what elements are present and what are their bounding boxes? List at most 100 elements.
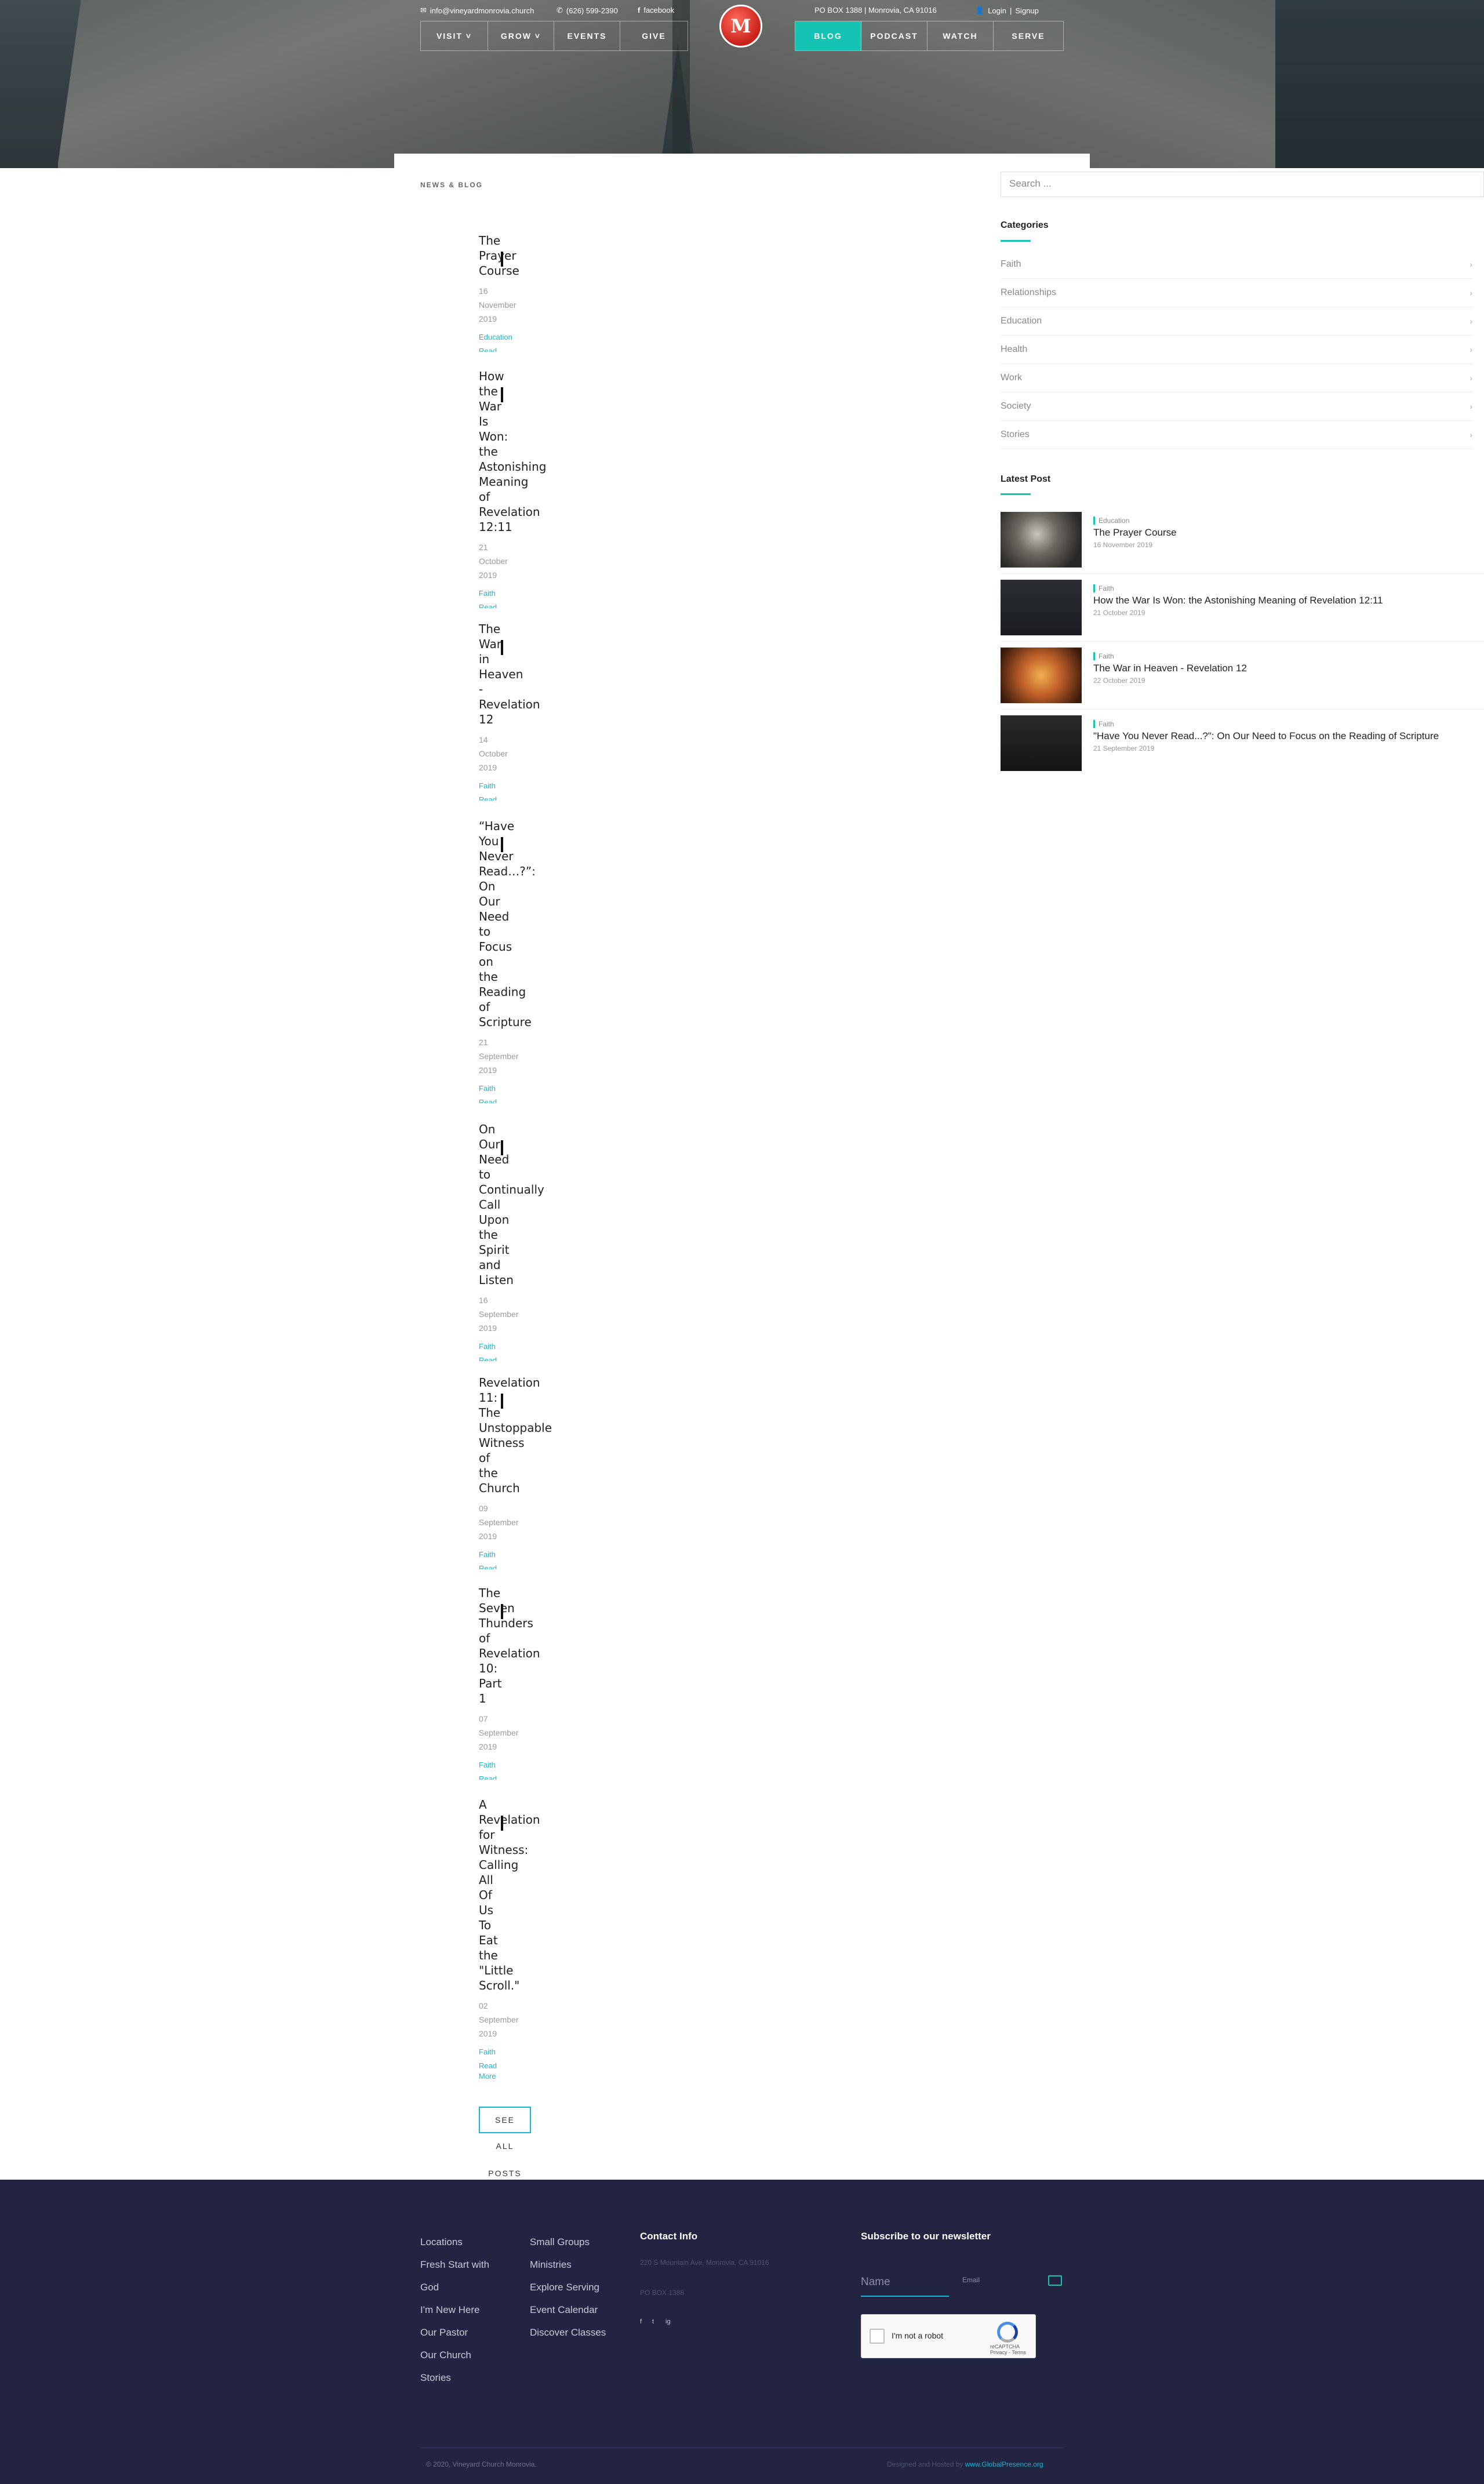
footer-link[interactable]: Our Church xyxy=(420,2350,471,2361)
login-link[interactable]: Login xyxy=(988,6,1006,15)
newsletter-email-input[interactable]: Email xyxy=(962,2276,980,2284)
post-category[interactable]: Faith xyxy=(479,1761,560,1769)
user-icon: 👤 xyxy=(975,6,985,14)
post-date: 16 September 2019 xyxy=(479,1296,519,1333)
footer-link[interactable]: Fresh Start with xyxy=(420,2259,489,2271)
footer-link[interactable]: Event Calendar xyxy=(530,2304,598,2316)
post-title[interactable]: Revelation 11: The Unstoppable Witness of the C… xyxy=(479,1375,560,1496)
latest-post-category[interactable]: Education xyxy=(1093,517,1129,525)
email-contact[interactable]: ✉ info@vineyardmonrovia.church xyxy=(420,6,534,15)
church-logo[interactable]: M xyxy=(719,5,762,48)
nav-give[interactable]: GIVE xyxy=(620,21,688,50)
latest-post-title[interactable]: The War in Heaven - Revelation 12 xyxy=(1093,663,1247,674)
post-thumbnail[interactable] xyxy=(1001,715,1082,771)
nav-serve[interactable]: SERVE xyxy=(994,21,1063,50)
category-item[interactable]: Health › xyxy=(1001,336,1472,364)
footer-link[interactable]: Discover Classes xyxy=(530,2327,606,2338)
post-title[interactable]: The War in Heaven - Revelation 12 xyxy=(479,621,560,727)
nav-events[interactable]: EVENTS xyxy=(554,21,620,50)
latest-post-title[interactable]: "Have You Never Read...?": On Our Need t… xyxy=(1093,730,1439,742)
recaptcha-sub-text[interactable]: Privacy - Terms xyxy=(990,2350,1026,2355)
footer-link[interactable]: Small Groups xyxy=(530,2236,590,2248)
post-title[interactable]: A Revelation for Witness: Calling All Of Us To Ea… xyxy=(479,1797,560,1993)
latest-post-item[interactable]: Faith How the War Is Won: the Astonishing… xyxy=(1001,580,1484,638)
footer-link[interactable]: Stories xyxy=(420,2372,451,2384)
phone-text[interactable]: (626) 599-2390 xyxy=(566,6,618,15)
credit-link[interactable]: www.GlobalPresence.org xyxy=(965,2460,1043,2468)
newsletter-name-input[interactable]: Name xyxy=(861,2271,949,2297)
latest-post-item[interactable]: Faith "Have You Never Read...?": On Our N… xyxy=(1001,715,1484,773)
facebook-link[interactable]: f facebook xyxy=(638,6,674,14)
post-category[interactable]: Faith xyxy=(479,781,560,790)
post-category[interactable]: Faith xyxy=(479,1550,560,1559)
post-thumbnail[interactable] xyxy=(1001,580,1082,635)
footer-link[interactable]: Ministries xyxy=(530,2259,572,2271)
latest-post-title[interactable]: How the War Is Won: the Astonishing Mean… xyxy=(1093,595,1383,606)
footer-link[interactable]: Explore Serving xyxy=(530,2282,599,2293)
read-more-link[interactable]: ReadMore xyxy=(479,1097,560,1103)
nav-blog[interactable]: BLOG xyxy=(795,21,861,50)
footer-link[interactable]: Locations xyxy=(420,2236,463,2248)
post-item: A Revelation for Witness: Calling All Of Us To Ea… xyxy=(479,1797,560,2082)
email-text[interactable]: info@vineyardmonrovia.church xyxy=(430,6,534,15)
instagram-icon[interactable]: ig xyxy=(665,2318,671,2325)
see-all-button[interactable]: SEE xyxy=(479,2107,531,2133)
phone-contact[interactable]: ✆ (626) 599-2390 xyxy=(556,6,618,15)
nav-podcast[interactable]: PODCAST xyxy=(861,21,928,50)
footer-link[interactable]: I'm New Here xyxy=(420,2304,479,2316)
post-category[interactable]: Faith xyxy=(479,1342,560,1351)
category-label: Work xyxy=(1001,373,1023,383)
recaptcha-logo-icon xyxy=(997,2322,1018,2343)
nav-visit[interactable]: VISIT ˅ xyxy=(421,21,488,50)
category-item[interactable]: Relationships › xyxy=(1001,279,1472,307)
category-item[interactable]: Education › xyxy=(1001,307,1472,336)
search-input[interactable]: Search ... xyxy=(1001,172,1484,197)
see-all-label: SEE xyxy=(494,2115,515,2125)
latest-post-category[interactable]: Faith xyxy=(1093,584,1114,592)
post-category[interactable]: Education xyxy=(479,333,560,341)
category-item[interactable]: Work › xyxy=(1001,364,1472,392)
footer-link[interactable]: God xyxy=(420,2282,439,2293)
recaptcha-brand-text: reCAPTCHA xyxy=(990,2344,1020,2350)
latest-post-date: 21 October 2019 xyxy=(1093,609,1145,617)
recaptcha-label: I'm not a robot xyxy=(892,2331,944,2340)
category-item[interactable]: Faith › xyxy=(1001,250,1472,279)
contact-title: Contact Info xyxy=(640,2231,698,2242)
post-title[interactable]: The Prayer Course xyxy=(479,233,560,278)
recaptcha-checkbox[interactable] xyxy=(870,2329,885,2344)
latest-post-title[interactable]: The Prayer Course xyxy=(1093,527,1177,539)
facebook-icon[interactable]: f xyxy=(640,2318,642,2325)
post-title[interactable]: “Have You Never Read…?”: On Our Need to Focus on t… xyxy=(479,819,560,1030)
post-title[interactable]: On Our Need to Continually Call Upon the Spirit a… xyxy=(479,1122,560,1288)
post-thumbnail[interactable] xyxy=(1001,512,1082,568)
nav-grow[interactable]: GROW ˅ xyxy=(488,21,554,50)
latest-post-category[interactable]: Faith xyxy=(1093,652,1114,660)
read-more-link[interactable]: ReadMore xyxy=(479,1563,560,1569)
read-more-link[interactable]: ReadMore xyxy=(479,2061,560,2082)
send-icon[interactable] xyxy=(1048,2275,1062,2286)
post-category[interactable]: Faith xyxy=(479,589,560,598)
footer-link[interactable]: Our Pastor xyxy=(420,2327,468,2338)
post-item: “Have You Never Read…?”: On Our Need to Focus on t… xyxy=(479,819,560,1103)
category-item[interactable]: Society › xyxy=(1001,392,1472,421)
read-more-link[interactable]: ReadMore xyxy=(479,1774,560,1780)
read-more-link[interactable]: ReadMore xyxy=(479,1355,560,1361)
twitter-icon[interactable]: t xyxy=(652,2318,654,2325)
read-more-link[interactable]: ReadMore xyxy=(479,795,560,801)
category-item[interactable]: Stories › xyxy=(1001,421,1472,449)
latest-post-date: 21 September 2019 xyxy=(1093,744,1155,752)
signup-link[interactable]: Signup xyxy=(1015,6,1038,15)
post-category[interactable]: Faith xyxy=(479,2047,560,2056)
nav-watch[interactable]: WATCH xyxy=(928,21,994,50)
latest-post-item[interactable]: Faith The War in Heaven - Revelation 12 22… xyxy=(1001,648,1484,705)
facebook-text[interactable]: facebook xyxy=(643,6,674,14)
post-category[interactable]: Faith xyxy=(479,1084,560,1093)
read-more-link[interactable]: ReadMore xyxy=(479,346,560,352)
latest-post-category[interactable]: Faith xyxy=(1093,720,1114,728)
post-title[interactable]: The Seven Thunders of Revelation 10: Part 1 xyxy=(479,1585,560,1706)
post-thumbnail[interactable] xyxy=(1001,648,1082,703)
latest-post-item[interactable]: Education The Prayer Course 16 November 20… xyxy=(1001,512,1484,570)
post-title[interactable]: How the War Is Won: the Astonishing Meaning of Re… xyxy=(479,369,560,534)
read-more-link[interactable]: ReadMore xyxy=(479,602,560,608)
latest-separator xyxy=(1001,573,1484,574)
